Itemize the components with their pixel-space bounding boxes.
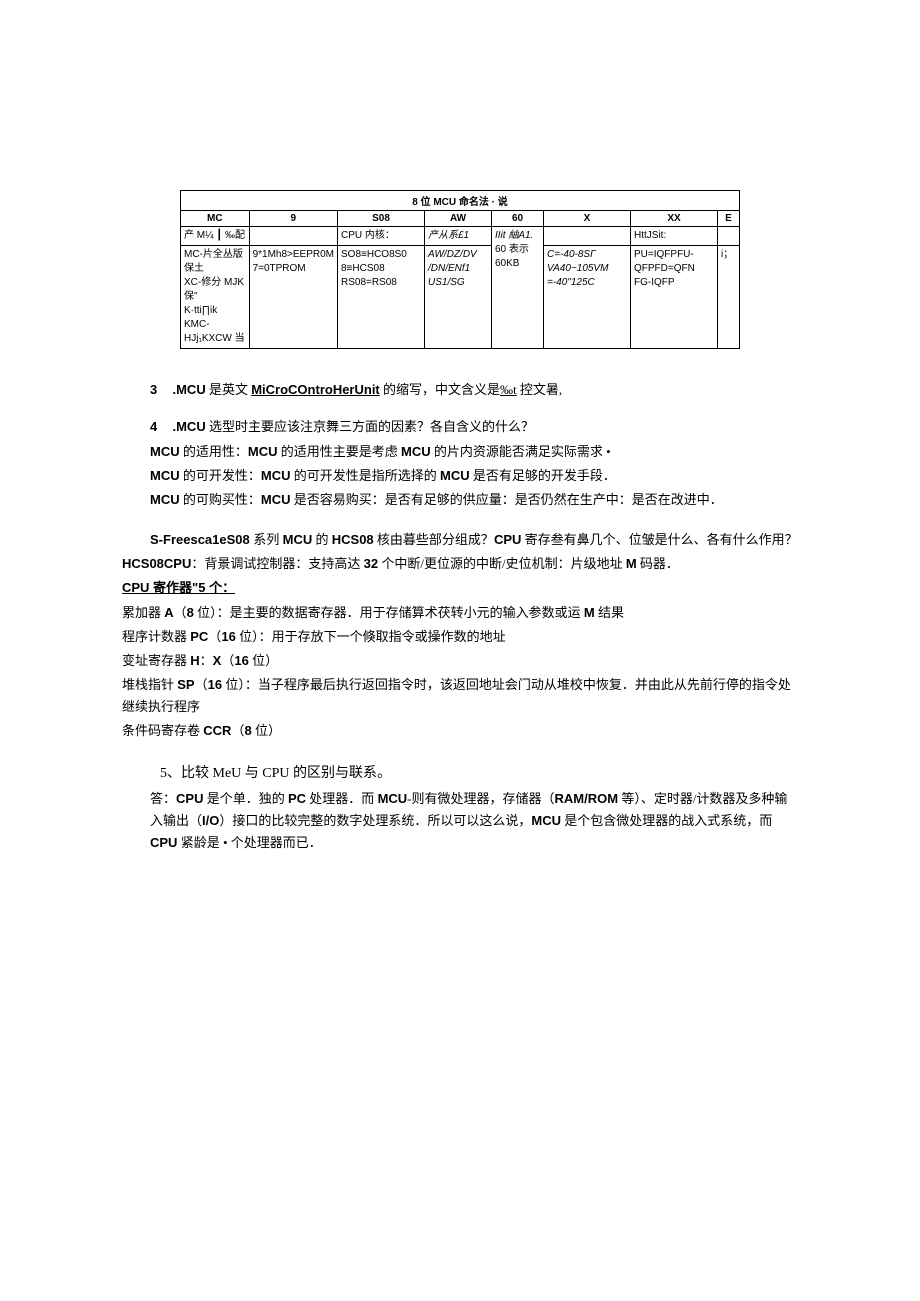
naming-table: 8 位 MCU 命名法 · 说 MC 9 S08 AW 60 X XX E 产 … [180, 190, 740, 349]
q4-ans1: MCU 的适用性：MCU 的适用性主要是考虑 MCU 的片内资源能否满足实际需求… [150, 441, 800, 463]
hcs-reg-pc: 程序计数器 PC（16 位）：用于存放下一个倏取指令或操作数的地址 [122, 626, 800, 648]
r2c4: AW/DZ/DV /DN/ENf1 US1/SG [425, 246, 492, 349]
q3-u1: MiCroCOntroHerUnit [251, 382, 380, 397]
hcs-line1: HCS08CPU：背景调试控制器：支持高达 32 个中断/更位源的中断/史位机制… [122, 553, 800, 575]
r1c6 [544, 227, 631, 246]
r2c1: MC-片全丛版保土 XC-修分 MJK 保" K·tti∏ik KMC- HJj… [181, 246, 250, 349]
r2c2: 9*1Mh8>EEPR0M 7=0TPROM [249, 246, 337, 349]
hcs-line2: CPU 寄作器"5 个： [122, 577, 800, 599]
th-x: X [544, 211, 631, 227]
document-page: 8 位 MCU 命名法 · 说 MC 9 S08 AW 60 X XX E 产 … [0, 0, 920, 916]
hcs-reg-a: 累加器 A（8 位）：是主要的数据寄存器．用于存储算术茯转小元的输入参数或运 M… [122, 602, 800, 624]
r2c3: SO8≡HCO8S0 8≡HCS08 RS08=RS08 [338, 246, 425, 349]
r2c6: C=-40-8SГ VA40~105VM =-40"125C [544, 246, 631, 349]
th-s08: S08 [338, 211, 425, 227]
q3-t2: 的缩写，中文含义是 [380, 382, 500, 397]
q3-u2: ‰t [500, 382, 517, 397]
th-9: 9 [249, 211, 337, 227]
r1c4: 产从系£1 [425, 227, 492, 246]
q4-num: 4 [150, 419, 157, 434]
question-3: 3 .MCU 是英文 MiCroCOntroHerUnit 的缩写，中文含义是‰… [150, 379, 800, 398]
q3-num: 3 [150, 382, 157, 397]
hcs-reg-ccr: 条件码寄存卷 CCR（8 位） [122, 720, 800, 742]
th-e: E [718, 211, 740, 227]
r2c8: i； [718, 246, 740, 349]
th-xx: XX [631, 211, 718, 227]
q4-title: 选型时主要应该注京舞三方面的因素？各自含义的什么？ [206, 419, 534, 434]
th-aw: AW [425, 211, 492, 227]
hcs-reg-hx: 变址寄存器 H：X（16 位） [122, 650, 800, 672]
question-5-answer: 答：CPU 是个单．独的 PC 处理器．而 MCU-则有微处理器，存储器（RAM… [150, 788, 800, 854]
r1c1: 产 M¼ ┃ ‰配 [181, 227, 250, 246]
table-title: 8 位 MCU 命名法 · 说 [181, 191, 740, 211]
question-4: 4 .MCU 选型时主要应该注京舞三方面的因素？各自含义的什么？ [150, 416, 800, 435]
r1c3: CPU 内核： [338, 227, 425, 246]
q3-prefix: .MCU [172, 382, 205, 397]
question-5-title: 5、比较 MeU 与 CPU 的区别与联系。 [160, 762, 800, 782]
q3-t3: 控文暑, [517, 382, 563, 397]
q4-ans2: MCU 的可开发性：MCU 的可开发性是指所选择的 MCU 是否有足够的开发手段… [150, 465, 800, 487]
r1c2 [249, 227, 337, 246]
th-60: 60 [492, 211, 544, 227]
question-s: S-Freesca1eS08 系列 MCU 的 HCS08 核由暮些部分组成？C… [150, 529, 800, 551]
r1c8 [718, 227, 740, 246]
q4-prefix: .MCU [172, 419, 205, 434]
hcs-reg-sp: 堆栈指针 SP（16 位）：当子程序最后执行返回指令时，该返回地址会门动从堆校中… [122, 674, 800, 718]
r1c7: HttJSit: [631, 227, 718, 246]
th-mc: MC [181, 211, 250, 227]
r2c7: PU=IQFPFU-QFPFD=QFN FG-IQFP [631, 246, 718, 349]
r1c5: IIit 紬A1.60 表示 60KB [492, 227, 544, 349]
q3-t1: 是英文 [206, 382, 252, 397]
q4-ans3: MCU 的可购买性：MCU 是否容易购买：是否有足够的供应量：是否仍然在生产中：… [150, 489, 800, 511]
